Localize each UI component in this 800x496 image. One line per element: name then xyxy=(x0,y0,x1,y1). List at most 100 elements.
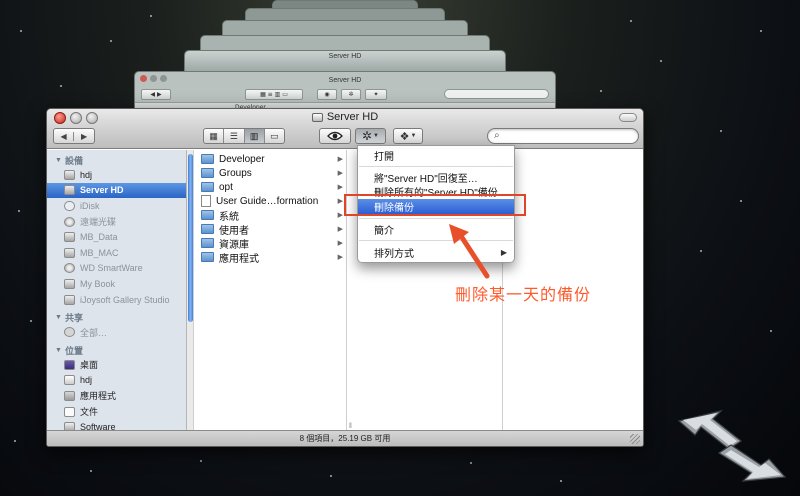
desktop-icon xyxy=(64,359,75,370)
quick-look-button[interactable] xyxy=(319,128,351,144)
sidebar: ▼ 設備 hdj Server HD iDisk 遠端光碟 MB_Data MB_… xyxy=(47,150,187,432)
drive-icon xyxy=(64,232,75,243)
search-icon: ⌕ xyxy=(494,130,500,141)
history-gear-icon: ✲ xyxy=(341,88,361,100)
history-window-title: Server HD xyxy=(328,76,362,84)
chevron-right-icon: ▶ xyxy=(337,254,343,261)
action-button[interactable]: ✲ ▼ xyxy=(355,128,386,144)
column-resize-handle[interactable]: ‖ xyxy=(349,423,352,430)
idisk-icon xyxy=(64,200,75,211)
annotation-text: 刪除某一天的備份 xyxy=(455,285,592,304)
sidebar-section-shared[interactable]: ▼ 共享 xyxy=(47,311,186,324)
folder-icon xyxy=(201,154,214,164)
toolbar-toggle-button[interactable] xyxy=(619,113,637,122)
list-item[interactable]: 使用者 ▶ xyxy=(201,222,343,237)
folder-icon xyxy=(201,168,214,178)
status-text: 8 個項目，25.19 GB 可用 xyxy=(299,434,391,443)
sidebar-section-devices[interactable]: ▼ 設備 xyxy=(47,154,186,167)
drive-icon xyxy=(64,278,75,289)
list-item[interactable]: 系統 ▶ xyxy=(201,208,343,223)
menu-separator xyxy=(359,166,513,167)
list-view-icon[interactable]: ☰ xyxy=(224,129,245,143)
folder-icon xyxy=(201,210,214,220)
list-item[interactable]: Developer ▶ xyxy=(201,152,343,166)
sidebar-item-remote-disc[interactable]: 遠端光碟 xyxy=(47,214,186,230)
menu-item-restore[interactable]: 將"Server HD"回復至… xyxy=(358,170,514,185)
back-button[interactable]: ◀ xyxy=(54,131,75,141)
highlight-box xyxy=(344,194,526,216)
network-icon xyxy=(64,327,75,338)
dropbox-icon: ❖ xyxy=(399,130,410,143)
history-dropbox-icon: ✦ xyxy=(365,88,387,100)
time-machine-arrows-icon[interactable] xyxy=(677,405,787,483)
chevron-right-icon: ▶ xyxy=(337,170,343,177)
title-bar[interactable]: Server HD ◀ ▶ ▦ ☰ ▥ ▭ ✲ ▼ ❖ ▼ ⌕ xyxy=(47,109,643,149)
menu-separator xyxy=(359,218,513,219)
eye-icon xyxy=(327,131,343,141)
drive-icon xyxy=(64,294,75,305)
chevron-right-icon: ▶ xyxy=(337,226,343,233)
list-item[interactable]: opt ▶ xyxy=(201,180,343,194)
chevron-right-icon: ▶ xyxy=(337,184,343,191)
window-title: Server HD xyxy=(47,111,643,123)
forward-button[interactable]: ▶ xyxy=(74,132,94,141)
history-window[interactable]: Server HD ◀ ▶ ▦ ≡ ▥ ▭ ◉ ✲ ✦ Developer xyxy=(134,71,556,111)
column-view-icon[interactable]: ▥ xyxy=(244,129,265,143)
list-item[interactable]: Groups ▶ xyxy=(201,166,343,180)
sidebar-item-idisk[interactable]: iDisk xyxy=(47,198,186,214)
documents-icon xyxy=(64,406,75,417)
computer-icon xyxy=(64,169,75,180)
menu-item-label: 排列方式 xyxy=(374,249,414,260)
sidebar-item-hdj[interactable]: hdj xyxy=(47,167,186,183)
sidebar-section-places[interactable]: ▼ 位置 xyxy=(47,344,186,357)
chevron-down-icon: ▼ xyxy=(410,133,417,139)
menu-item-open[interactable]: 打開 xyxy=(358,148,514,163)
folder-icon xyxy=(201,252,214,262)
chevron-right-icon: ▶ xyxy=(337,198,343,205)
list-item[interactable]: User Guide…formation ▶ xyxy=(201,194,343,208)
submenu-arrow-icon: ▶ xyxy=(500,248,507,257)
sidebar-item-my-book[interactable]: My Book xyxy=(47,276,186,292)
history-window-title: Server HD xyxy=(328,53,362,60)
chevron-right-icon: ▶ xyxy=(337,156,343,163)
gear-icon: ✲ xyxy=(361,129,373,143)
browser-column-1[interactable]: Developer ▶ Groups ▶ opt ▶ User Guide…forma… xyxy=(187,150,347,432)
history-search xyxy=(444,89,549,99)
view-mode-selector: ▦ ☰ ▥ ▭ xyxy=(203,128,285,144)
sidebar-item-desktop[interactable]: 桌面 xyxy=(47,357,186,373)
drive-icon xyxy=(64,185,75,196)
history-nav-buttons: ◀ ▶ xyxy=(141,88,171,100)
dropbox-button[interactable]: ❖ ▼ xyxy=(393,128,423,144)
sidebar-item-server-hd[interactable]: Server HD xyxy=(47,182,186,199)
sidebar-item-ijoysoft[interactable]: iJoysoft Gallery Studio xyxy=(47,292,186,308)
list-item[interactable]: 資源庫 ▶ xyxy=(201,236,343,251)
folder-icon xyxy=(201,224,214,234)
chevron-right-icon: ▶ xyxy=(337,240,343,247)
sidebar-item-home[interactable]: hdj xyxy=(47,373,186,389)
sidebar-item-wd-smartware[interactable]: WD SmartWare xyxy=(47,261,186,277)
folder-icon xyxy=(201,182,214,192)
drive-icon xyxy=(311,112,323,122)
drive-icon xyxy=(64,247,75,258)
list-item[interactable]: 應用程式 ▶ xyxy=(201,250,343,265)
sidebar-item-documents[interactable]: 文件 xyxy=(47,404,186,420)
folder-icon xyxy=(201,238,214,248)
chevron-right-icon: ▶ xyxy=(337,212,343,219)
sidebar-item-mb-mac[interactable]: MB_MAC xyxy=(47,245,186,261)
icon-view-icon[interactable]: ▦ xyxy=(204,129,225,143)
annotation-arrow-icon xyxy=(449,224,490,279)
sidebar-item-applications[interactable]: 應用程式 xyxy=(47,388,186,404)
column-scrollbar[interactable] xyxy=(187,150,194,432)
search-field[interactable]: ⌕ xyxy=(487,128,639,144)
finder-window[interactable]: Server HD ◀ ▶ ▦ ☰ ▥ ▭ ✲ ▼ ❖ ▼ ⌕ ▼ 設備 hdj… xyxy=(46,108,644,447)
history-window-stack-5: Server HD xyxy=(184,50,506,72)
apps-icon xyxy=(64,390,75,401)
sidebar-item-all[interactable]: 全部… xyxy=(47,324,186,340)
status-bar: 8 個項目，25.19 GB 可用 xyxy=(47,430,643,446)
coverflow-view-icon[interactable]: ▭ xyxy=(265,129,284,143)
scroll-thumb[interactable] xyxy=(188,154,193,322)
resize-grip[interactable] xyxy=(630,434,640,444)
history-eye-icon: ◉ xyxy=(317,88,337,100)
sidebar-item-mb-data[interactable]: MB_Data xyxy=(47,229,186,245)
drive-icon xyxy=(64,263,75,274)
